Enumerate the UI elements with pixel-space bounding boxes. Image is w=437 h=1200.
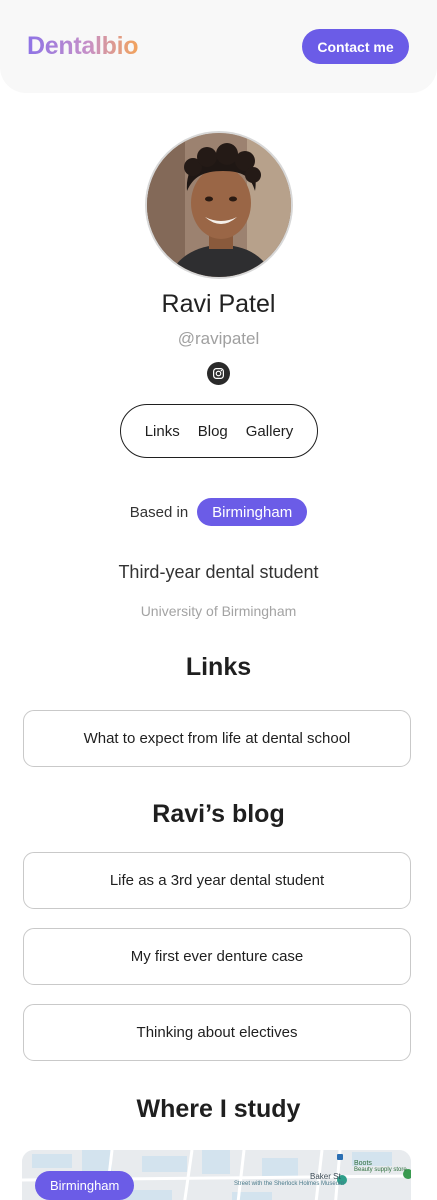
- location-row: Based in Birmingham: [0, 498, 437, 526]
- instagram-glyph: [213, 368, 224, 379]
- map-label-boots: Boots: [354, 1160, 372, 1167]
- logo[interactable]: Dentalbio: [27, 32, 139, 61]
- location-label: Based in: [129, 503, 189, 521]
- map-label-baker-st: Baker St: [310, 1172, 341, 1181]
- city-badge: Birmingham: [197, 498, 308, 526]
- contact-button[interactable]: Contact me: [302, 29, 409, 64]
- avatar: [145, 131, 293, 279]
- profile-handle: @ravipatel: [177, 329, 260, 348]
- study-heading: Where I study: [136, 1095, 301, 1123]
- university-label: University of Birmingham: [140, 603, 297, 619]
- tab-links[interactable]: Links: [145, 423, 180, 440]
- profile-photo: [147, 133, 291, 277]
- blog-heading: Ravi’s blog: [152, 800, 285, 828]
- blog-card[interactable]: Thinking about electives: [23, 1004, 411, 1061]
- map-label-boots-sub: Beauty supply store: [354, 1167, 407, 1173]
- map-label-museum: Street with the Sherlock Holmes Museum: [234, 1181, 345, 1187]
- instagram-icon[interactable]: [207, 362, 230, 385]
- tab-blog[interactable]: Blog: [198, 423, 228, 440]
- profile-name: Ravi Patel: [161, 290, 276, 318]
- tab-gallery[interactable]: Gallery: [246, 423, 294, 440]
- map-city-badge: Birmingham: [35, 1171, 135, 1200]
- blog-card[interactable]: Life as a 3rd year dental student: [23, 852, 411, 909]
- blog-card[interactable]: My first ever denture case: [23, 928, 411, 985]
- top-bar: Dentalbio Contact me: [0, 0, 437, 93]
- links-heading: Links: [185, 653, 252, 681]
- map[interactable]: Baker St Boots Beauty supply store Stree…: [22, 1150, 411, 1200]
- link-card[interactable]: What to expect from life at dental schoo…: [23, 710, 411, 767]
- bio-title: Third-year dental student: [118, 562, 319, 582]
- profile-tabs: Links Blog Gallery: [120, 404, 318, 458]
